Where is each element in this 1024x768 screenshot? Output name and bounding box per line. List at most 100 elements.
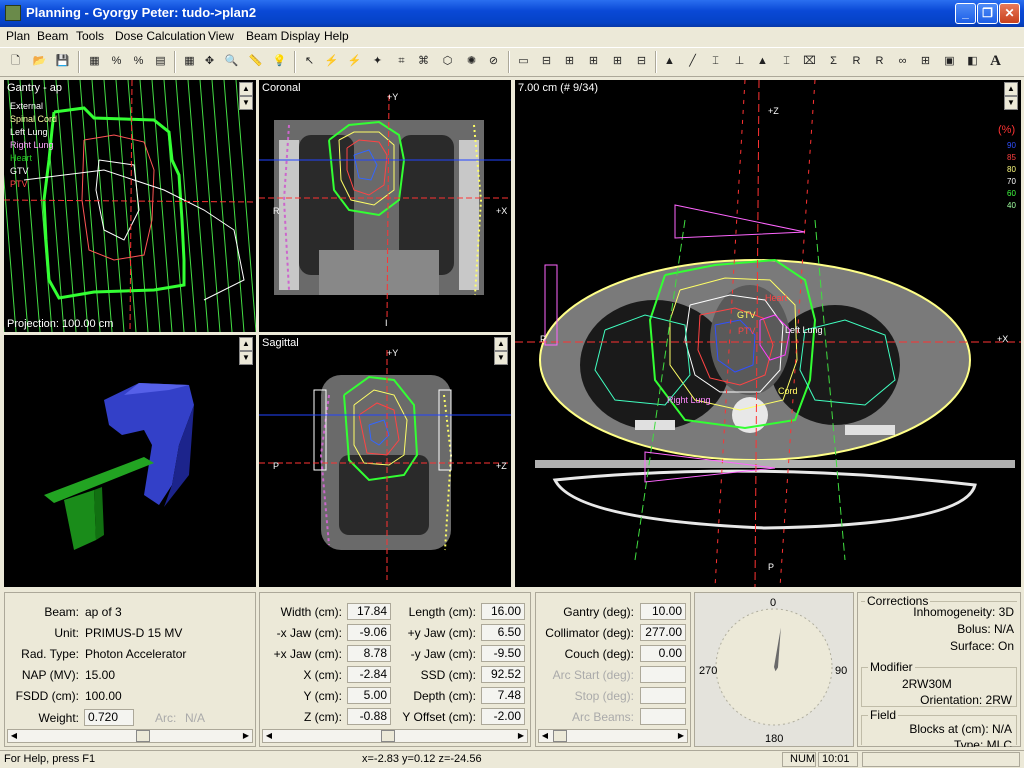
no-entry-icon[interactable]: ⊘ bbox=[484, 52, 503, 71]
scroll-left-arrow[interactable]: ◀ bbox=[8, 730, 20, 742]
weight-input[interactable]: 0.720 bbox=[84, 709, 134, 726]
menu-beam[interactable]: Beam bbox=[37, 29, 68, 43]
beam-display-3-icon[interactable]: ⌶ bbox=[706, 52, 725, 71]
scroll-right-arrow[interactable]: ▶ bbox=[240, 730, 252, 742]
couch-input[interactable]: 0.00 bbox=[640, 645, 686, 662]
room-scroll-up[interactable]: ▲ bbox=[239, 337, 253, 351]
menu-beam-display[interactable]: Beam Display bbox=[246, 29, 320, 43]
axial-scroll-up[interactable]: ▲ bbox=[1004, 82, 1018, 96]
angles-scrollbar[interactable]: ◀ ▶ bbox=[538, 729, 688, 743]
sagittal-scroll-down[interactable]: ▼ bbox=[494, 351, 508, 365]
glasses-icon[interactable]: ∞ bbox=[893, 52, 912, 71]
scroll-left-arrow[interactable]: ◀ bbox=[263, 730, 275, 742]
sagittal-view[interactable]: Sagittal +Y P +Z ▲ ▼ bbox=[259, 335, 511, 587]
layout-3-icon[interactable]: ⊞ bbox=[560, 52, 579, 71]
room-scroll-down[interactable]: ▼ bbox=[239, 351, 253, 365]
axial-scroll-down[interactable]: ▼ bbox=[1004, 96, 1018, 110]
beam-tool-2-icon[interactable]: ⚡ bbox=[345, 52, 364, 71]
y-input[interactable]: 5.00 bbox=[347, 687, 391, 704]
z-input[interactable]: -0.88 bbox=[347, 708, 391, 725]
gantry-scroll-up[interactable]: ▲ bbox=[239, 82, 253, 96]
block-tool-icon[interactable]: ⌗ bbox=[392, 52, 411, 71]
contrast-icon[interactable]: ◧ bbox=[963, 52, 982, 71]
sum-icon[interactable]: Σ bbox=[824, 52, 843, 71]
xjaw-neg-input[interactable]: -9.06 bbox=[347, 624, 391, 641]
beam-display-2-icon[interactable]: ╱ bbox=[683, 52, 702, 71]
xjaw-pos-label: +x Jaw (cm): bbox=[273, 647, 342, 661]
contour-tool-icon[interactable]: ⌘ bbox=[414, 52, 433, 71]
scroll-right-arrow[interactable]: ▶ bbox=[675, 730, 687, 742]
scroll-right-arrow[interactable]: ▶ bbox=[515, 730, 527, 742]
beam-display-7-icon[interactable]: ⌧ bbox=[800, 52, 819, 71]
percent-delete-icon[interactable]: % bbox=[129, 52, 148, 71]
menu-help[interactable]: Help bbox=[324, 29, 349, 43]
r-icon[interactable]: R bbox=[847, 52, 866, 71]
dose-grid-icon[interactable]: ▦ bbox=[180, 52, 199, 71]
crosshair-grid-icon[interactable]: ⊞ bbox=[916, 52, 935, 71]
poly-tool-icon[interactable]: ⬡ bbox=[438, 52, 457, 71]
new-file-icon[interactable]: 🗋 bbox=[6, 52, 25, 71]
menu-tools[interactable]: Tools bbox=[76, 29, 104, 43]
ruler-icon[interactable]: 📏 bbox=[246, 52, 265, 71]
length-input[interactable]: 16.00 bbox=[481, 603, 525, 620]
beam-display-5-icon[interactable]: ▲ bbox=[753, 52, 772, 71]
layout-5-icon[interactable]: ⊞ bbox=[608, 52, 627, 71]
gantry-view[interactable]: Gantry - ap External Spinal Cord Left Lu… bbox=[4, 80, 256, 332]
beam-info-scrollbar[interactable]: ◀ ▶ bbox=[7, 729, 253, 743]
ssd-input[interactable]: 92.52 bbox=[481, 666, 525, 683]
scroll-thumb[interactable] bbox=[381, 730, 395, 742]
beam-tool-1-icon[interactable]: ⚡ bbox=[322, 52, 341, 71]
save-icon[interactable]: 💾 bbox=[53, 52, 72, 71]
beam-display-6-icon[interactable]: ⌶ bbox=[777, 52, 796, 71]
scroll-thumb[interactable] bbox=[136, 730, 150, 742]
pointer-icon[interactable]: ↖ bbox=[300, 52, 319, 71]
depth-input[interactable]: 7.48 bbox=[481, 687, 525, 704]
percent-icon[interactable]: % bbox=[107, 52, 126, 71]
beam-display-4-icon[interactable]: ⊥ bbox=[730, 52, 749, 71]
move-icon[interactable]: ✥ bbox=[200, 52, 219, 71]
layout-4-icon[interactable]: ⊞ bbox=[584, 52, 603, 71]
open-folder-icon[interactable]: 📂 bbox=[30, 52, 49, 71]
menu-view[interactable]: View bbox=[208, 29, 234, 43]
menu-plan[interactable]: Plan bbox=[6, 29, 30, 43]
layout-1-icon[interactable]: ▭ bbox=[514, 52, 533, 71]
close-button[interactable]: ✕ bbox=[999, 3, 1020, 24]
isodose-header: (%) bbox=[998, 124, 1016, 136]
x-input[interactable]: -2.84 bbox=[347, 666, 391, 683]
collimator-input[interactable]: 277.00 bbox=[640, 624, 686, 641]
color-wash-icon[interactable]: ▤ bbox=[151, 52, 170, 71]
layout-6-icon[interactable]: ⊟ bbox=[632, 52, 651, 71]
sagittal-scroll-up[interactable]: ▲ bbox=[494, 337, 508, 351]
grid-icon[interactable]: ▦ bbox=[85, 52, 104, 71]
yoffset-input[interactable]: -2.00 bbox=[481, 708, 525, 725]
r2-icon[interactable]: R bbox=[870, 52, 889, 71]
point-tool-icon[interactable]: ✺ bbox=[462, 52, 481, 71]
beam-info-panel: Beam: ap of 3 Unit: PRIMUS-D 15 MV Rad. … bbox=[4, 592, 256, 747]
frame-icon[interactable]: ▣ bbox=[940, 52, 959, 71]
coronal-view[interactable]: Coronal +Y R +X I bbox=[259, 80, 511, 332]
font-a-icon[interactable]: A bbox=[986, 52, 1005, 71]
yjaw-pos-input[interactable]: 6.50 bbox=[481, 624, 525, 641]
beam-display-1-icon[interactable]: ▲ bbox=[660, 52, 679, 71]
coronal-axis-top: +Y bbox=[387, 92, 399, 102]
menu-dose-calculation[interactable]: Dose Calculation bbox=[115, 29, 206, 43]
light-bulb-icon[interactable]: 💡 bbox=[270, 52, 289, 71]
maximize-button[interactable]: ❐ bbox=[977, 3, 998, 24]
xjaw-pos-input[interactable]: 8.78 bbox=[347, 645, 391, 662]
layout-2-icon[interactable]: ⊟ bbox=[537, 52, 556, 71]
gantry-dial[interactable] bbox=[695, 593, 853, 746]
room-view-3d[interactable]: ▲ ▼ bbox=[4, 335, 256, 587]
gantry-input[interactable]: 10.00 bbox=[640, 603, 686, 620]
scroll-thumb[interactable] bbox=[553, 730, 567, 742]
field-type: Type: MLC bbox=[953, 738, 1012, 747]
axial-view[interactable]: 7.00 cm (# 9/34) +Z P +X P PTV Heart GTV… bbox=[515, 80, 1021, 587]
geometry-scrollbar[interactable]: ◀ ▶ bbox=[262, 729, 528, 743]
width-input[interactable]: 17.84 bbox=[347, 603, 391, 620]
gantry-scroll-down[interactable]: ▼ bbox=[239, 96, 253, 110]
zoom-icon[interactable]: 🔍 bbox=[222, 52, 241, 71]
beam-tool-3-icon[interactable]: ✦ bbox=[368, 52, 387, 71]
scroll-left-arrow[interactable]: ◀ bbox=[539, 730, 551, 742]
left-lung-label: Left Lung bbox=[785, 325, 823, 335]
minimize-button[interactable]: _ bbox=[955, 3, 976, 24]
yjaw-neg-input[interactable]: -9.50 bbox=[481, 645, 525, 662]
